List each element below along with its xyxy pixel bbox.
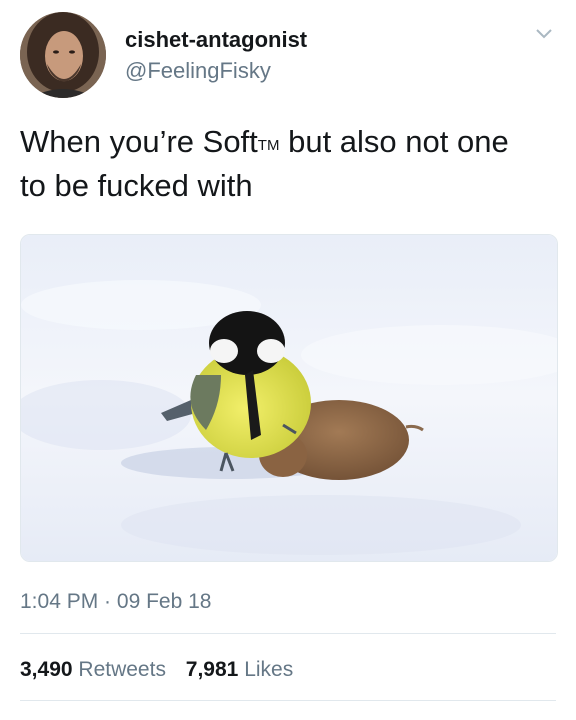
likes-label: Likes (244, 658, 294, 681)
chevron-down-icon[interactable] (534, 27, 554, 41)
tweet-text-start: When you’re Soft (20, 124, 258, 159)
tweet-card: cishet-antagonist @FeelingFisky When you… (0, 0, 576, 720)
meta-separator: · (98, 590, 117, 613)
divider (20, 700, 556, 701)
likes-stat[interactable]: 7,981 Likes (186, 656, 293, 684)
tweet-date: 09 Feb 18 (116, 590, 212, 613)
tweet-time: 1:04 PM (20, 590, 99, 613)
retweets-label: Retweets (78, 658, 166, 681)
likes-count: 7,981 (185, 658, 239, 681)
retweets-count: 3,490 (20, 658, 73, 681)
tweet-stats: 3,490 Retweets 7,981 Likes (20, 656, 307, 684)
avatar[interactable] (20, 12, 106, 98)
display-name[interactable]: cishet-antagonist (125, 26, 307, 54)
trademark-symbol: TM (257, 137, 280, 154)
divider (20, 633, 556, 634)
retweets-stat[interactable]: 3,490 Retweets (20, 656, 166, 684)
user-handle[interactable]: @FeelingFisky (125, 57, 307, 85)
tweet-image[interactable] (20, 234, 558, 562)
tweet-text: When you’re SoftTM but also not one to b… (20, 120, 540, 208)
tweet-timestamp[interactable]: 1:04 PM · 09 Feb 18 (20, 588, 211, 616)
user-names: cishet-antagonist @FeelingFisky (125, 26, 307, 85)
